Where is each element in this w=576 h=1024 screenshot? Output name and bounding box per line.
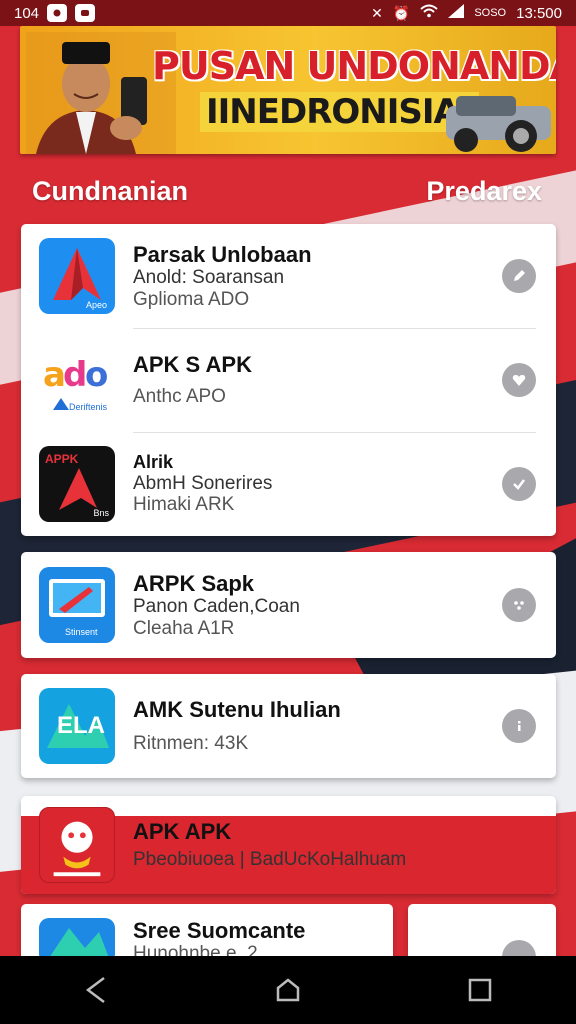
apk-arrow-icon: Apeo [39, 238, 115, 314]
app-subtitle: Panon Caden,Coan [133, 595, 300, 617]
banner-title-line1: PUSAN UNDONANDAN [152, 44, 556, 88]
app-title: APK APK [133, 819, 232, 845]
app-subtitle: AbmH Sonerires [133, 472, 273, 494]
app-title: Parsak Unlobaan [133, 241, 312, 267]
back-icon[interactable] [66, 965, 126, 1015]
apk-red-icon: APPK Bns [39, 446, 115, 522]
ela-icon: ELA [39, 688, 115, 764]
app-title: ARPK Sapk [133, 570, 255, 596]
list-item[interactable]: Stinsent ARPK Sapk Panon Caden,Coan Clea… [21, 552, 556, 658]
list-item[interactable]: ELA AMK Sutenu Ihulian Ritnmen: 43K [21, 674, 556, 778]
app-meta: Cleaha A1R [133, 617, 235, 639]
app-icon-word: APPK [45, 452, 79, 466]
gallery-icon [47, 4, 68, 22]
list-item[interactable]: APPK Bns Alrik AbmH Sonerires Himaki ARK [21, 432, 556, 536]
edit-icon[interactable] [502, 259, 536, 293]
dots-icon[interactable] [502, 588, 536, 622]
heart-icon[interactable] [502, 363, 536, 397]
list-item[interactable]: APK APK Pbeobiuoea | BadUcKoHalhuam [21, 796, 556, 894]
promo-banner[interactable]: PUSAN UNDONANDAN IINEDRONISIA! [20, 26, 556, 154]
app-title: Sree Suomcante [133, 918, 306, 943]
app-icon-label: Stinsent [65, 627, 98, 637]
car-image [446, 96, 551, 152]
list-item[interactable]: Sree Suomcante Hunohnbe.e. 2 [21, 904, 393, 964]
app-icon-word: ELA [57, 712, 105, 739]
status-left-text: 104 [14, 4, 40, 22]
app-list-card: Apeo Parsak Unlobaan Anold: Soaransan Gp… [21, 224, 556, 536]
info-icon[interactable] [502, 709, 536, 743]
app-icon-label: Bns [93, 508, 109, 518]
check-icon[interactable] [502, 467, 536, 501]
side-card[interactable] [408, 904, 556, 974]
battery-text: SOSO [474, 7, 507, 19]
app-meta: Himaki ARK [133, 494, 235, 516]
app-notification-icon [75, 4, 96, 22]
app-subtitle: Anold: Soaransan [133, 266, 285, 288]
mute-icon: ✕ [371, 4, 383, 21]
app-card: ELA AMK Sutenu Ihulian Ritnmen: 43K [21, 674, 556, 778]
app-meta: Ritnmen: 43K [133, 732, 249, 754]
app-icon-label: Deriftenis [69, 402, 108, 412]
app-meta: Gplioma ADO [133, 288, 250, 310]
app-card: Sree Suomcante Hunohnbe.e. 2 [21, 904, 393, 964]
app-card: Stinsent ARPK Sapk Panon Caden,Coan Clea… [21, 552, 556, 658]
wifi-icon [420, 4, 438, 22]
section-title-left[interactable]: Cundnanian [32, 176, 188, 207]
status-bar: 104 ✕ ⏰ SOSO 13:500 [0, 0, 576, 26]
app-title: APK S APK [133, 352, 252, 378]
signal-icon [448, 4, 465, 22]
section-title-right[interactable]: Predarex [426, 176, 542, 207]
list-item[interactable]: Apeo Parsak Unlobaan Anold: Soaransan Gp… [21, 224, 556, 328]
featured-app-card: APK APK Pbeobiuoea | BadUcKoHalhuam [21, 796, 556, 894]
app-title: Alrik [133, 451, 174, 472]
svg-text:o: o [85, 355, 108, 395]
status-time: 13:500 [516, 4, 562, 22]
navigation-bar [0, 956, 576, 1024]
monitor-icon: Stinsent [39, 567, 115, 643]
home-icon[interactable] [258, 965, 318, 1015]
app-meta: Anthc APO [133, 385, 226, 407]
svg-text:d: d [63, 355, 87, 395]
ado-logo-icon: a d o Deriftenis [39, 342, 115, 418]
app-title: AMK Sutenu Ihulian [133, 697, 341, 723]
recents-icon[interactable] [450, 965, 510, 1015]
app-subtitle: Pbeobiuoea | BadUcKoHalhuam [133, 848, 407, 870]
list-item[interactable]: a d o Deriftenis APK S APK Anthc APO [21, 328, 556, 432]
mascot-icon [39, 807, 115, 883]
app-icon-label: Apeo [85, 300, 107, 310]
alarm-icon: ⏰ [392, 4, 411, 21]
